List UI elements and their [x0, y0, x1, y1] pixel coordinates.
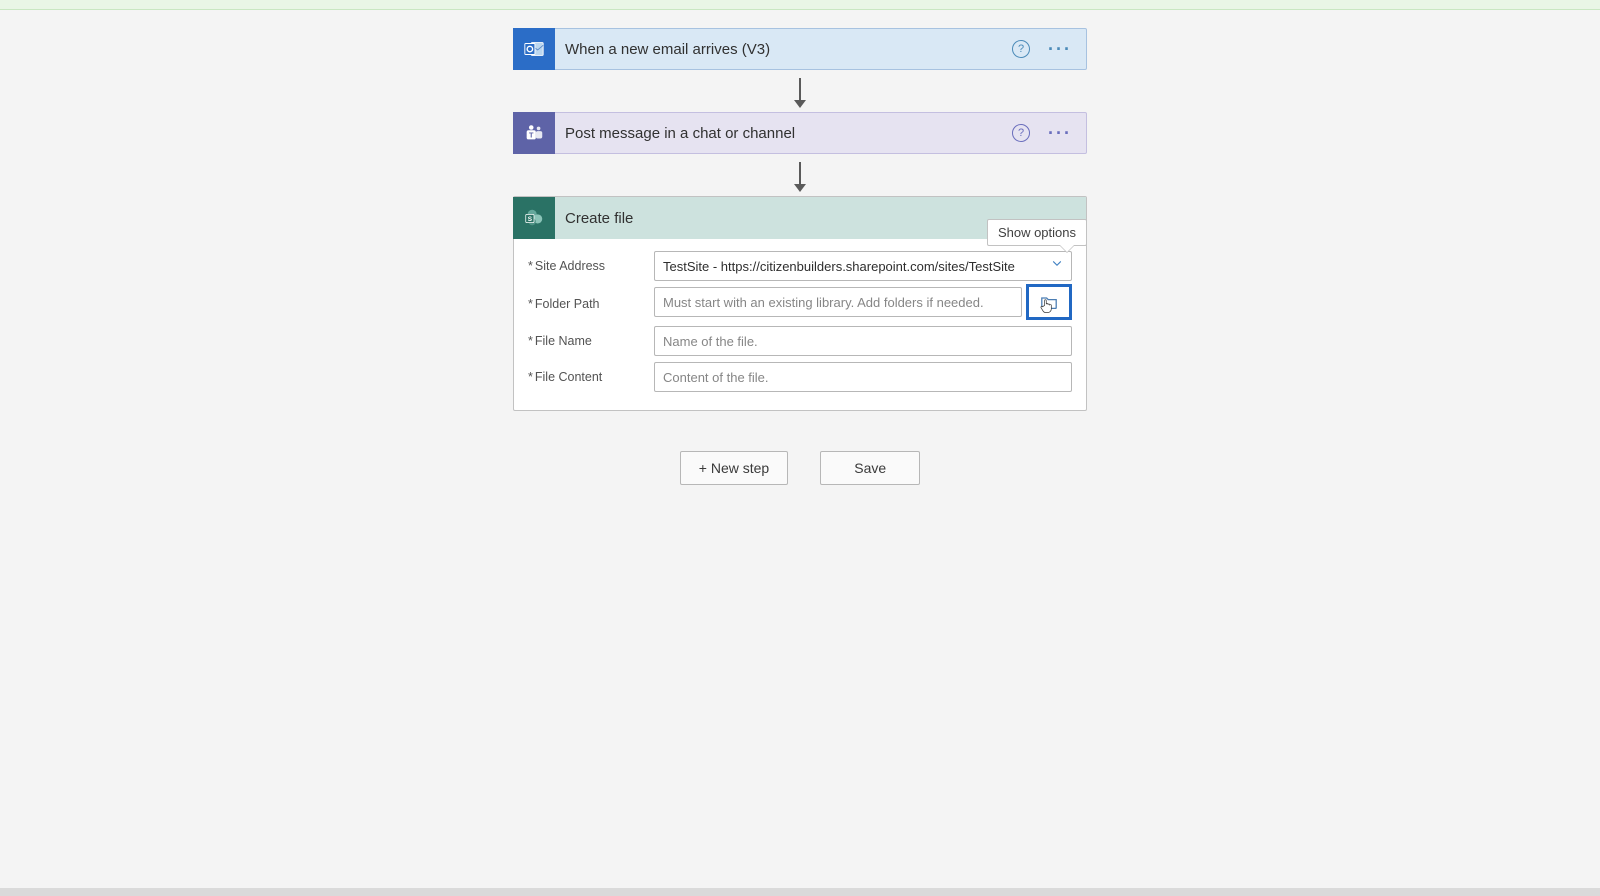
- sharepoint-form: *Site Address *Folder Path: [514, 239, 1086, 410]
- label-site-address: *Site Address: [528, 259, 654, 273]
- folder-picker-button[interactable]: [1026, 284, 1072, 320]
- flow-arrow-icon: [799, 162, 801, 186]
- svg-text:T: T: [529, 131, 534, 140]
- outlook-icon: [513, 28, 555, 70]
- sharepoint-card-header[interactable]: S Create file Show options: [514, 197, 1086, 239]
- help-icon[interactable]: ?: [1012, 124, 1030, 142]
- flow-column: When a new email arrives (V3) ? ··· T Po…: [513, 28, 1087, 485]
- bottom-buttons: + New step Save: [513, 451, 1087, 485]
- file-name-input[interactable]: [654, 326, 1072, 356]
- row-file-content: *File Content: [528, 362, 1072, 392]
- footer-strip: [0, 888, 1600, 896]
- label-folder-path: *Folder Path: [528, 297, 654, 311]
- action-teams-card[interactable]: T Post message in a chat or channel ? ··…: [513, 112, 1087, 154]
- file-name-wrap: [654, 326, 1072, 356]
- trigger-outlook-card[interactable]: When a new email arrives (V3) ? ···: [513, 28, 1087, 70]
- row-site-address: *Site Address: [528, 251, 1072, 281]
- save-button[interactable]: Save: [820, 451, 920, 485]
- row-file-name: *File Name: [528, 326, 1072, 356]
- help-icon[interactable]: ?: [1012, 40, 1030, 58]
- file-content-wrap: [654, 362, 1072, 392]
- sharepoint-icon: S: [513, 197, 555, 239]
- new-step-button[interactable]: + New step: [680, 451, 788, 485]
- top-green-bar: [0, 0, 1600, 10]
- teams-icon: T: [513, 112, 555, 154]
- outlook-card-controls: ? ···: [1012, 40, 1086, 58]
- label-file-name: *File Name: [528, 334, 654, 348]
- folder-path-wrap: [654, 287, 1072, 320]
- label-file-content: *File Content: [528, 370, 654, 384]
- ellipsis-icon[interactable]: ···: [1048, 124, 1072, 142]
- outlook-card-title: When a new email arrives (V3): [555, 41, 1012, 58]
- teams-card-controls: ? ···: [1012, 124, 1086, 142]
- flow-canvas: When a new email arrives (V3) ? ··· T Po…: [0, 10, 1600, 485]
- action-sharepoint-card: S Create file Show options *Site Address: [513, 196, 1087, 411]
- site-address-select-wrap: [654, 251, 1072, 281]
- site-address-input[interactable]: [654, 251, 1072, 281]
- file-content-input[interactable]: [654, 362, 1072, 392]
- teams-card-title: Post message in a chat or channel: [555, 125, 1012, 142]
- flow-arrow-icon: [799, 78, 801, 102]
- row-folder-path: *Folder Path: [528, 287, 1072, 320]
- folder-icon: [1039, 294, 1059, 310]
- folder-path-input[interactable]: [654, 287, 1022, 317]
- show-options-tooltip[interactable]: Show options: [987, 219, 1087, 246]
- ellipsis-icon[interactable]: ···: [1048, 40, 1072, 58]
- svg-text:S: S: [528, 216, 533, 223]
